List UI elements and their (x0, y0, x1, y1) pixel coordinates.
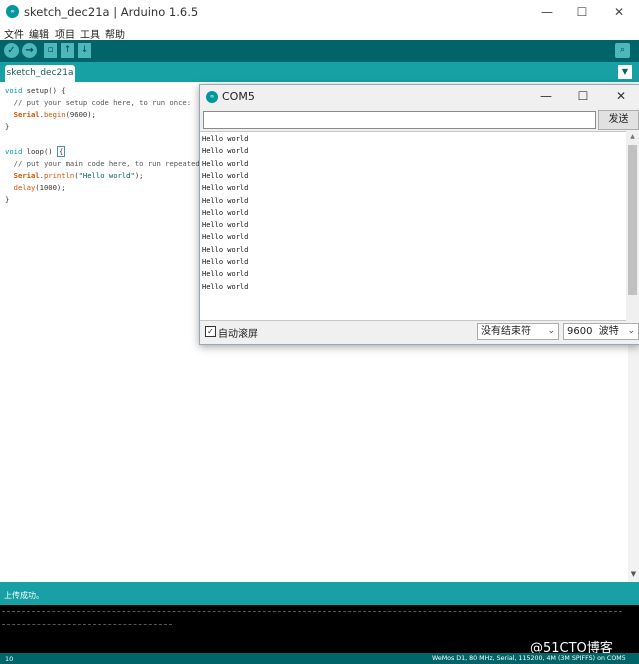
code-line: void loop() { (5, 146, 66, 157)
new-sketch-icon[interactable]: ▫ (44, 43, 57, 58)
open-icon[interactable]: ↑ (61, 43, 74, 58)
console-divider (2, 611, 622, 612)
baud-rate-value: 9600 波特 (567, 326, 619, 337)
output-line: Hello world (202, 147, 249, 156)
output-scroll-thumb[interactable] (628, 145, 637, 295)
upload-icon[interactable]: → (22, 43, 37, 58)
menu-file[interactable]: 文件 (4, 26, 24, 41)
code-line: Serial.println("Hello world"); (13, 171, 144, 180)
autoscroll-checkbox[interactable]: ✓ (205, 326, 216, 337)
minimize-icon[interactable]: — (532, 4, 562, 20)
output-line: Hello world (202, 184, 249, 193)
line-ending-select[interactable]: 没有结束符 ⌄ (477, 323, 559, 340)
code-line: } (5, 195, 10, 204)
serial-monitor-window: ∞ COM5 — ☐ ✕ 发送 Hello world Hello world … (199, 84, 639, 345)
close-icon[interactable]: ✕ (608, 88, 634, 104)
serial-output[interactable]: Hello world Hello world Hello world Hell… (200, 131, 626, 321)
tab-menu-icon[interactable]: ▼ (618, 65, 632, 79)
output-line: Hello world (202, 159, 249, 168)
line-number: 10 (5, 655, 14, 663)
tab-sketch[interactable]: sketch_dec21a (5, 65, 75, 82)
chevron-down-icon: ⌄ (547, 326, 555, 336)
code-line: void setup() { (5, 86, 66, 95)
board-info: WeMos D1, 80 MHz, Serial, 115200, 4M (3M… (432, 655, 626, 662)
send-button[interactable]: 发送 (598, 110, 639, 130)
output-line: Hello world (202, 221, 249, 230)
status-bar (0, 582, 639, 605)
code-line: // put your main code here, to run repea… (5, 159, 213, 168)
menu-edit[interactable]: 编辑 (29, 26, 49, 41)
output-line: Hello world (202, 196, 249, 205)
window-title: sketch_dec21a | Arduino 1.6.5 (24, 5, 199, 19)
minimize-icon[interactable]: — (533, 88, 559, 104)
output-line: Hello world (202, 270, 249, 279)
menu-tools[interactable]: 工具 (80, 26, 100, 41)
baud-rate-select[interactable]: 9600 波特 ⌄ (563, 323, 639, 340)
serial-monitor-icon[interactable]: ⌕ (615, 43, 630, 58)
code-line: // put your setup code here, to run once… (5, 98, 192, 107)
console-divider (2, 624, 172, 625)
code-line: Serial.begin(9600); (13, 110, 96, 119)
output-line: Hello world (202, 282, 249, 291)
menu-sketch[interactable]: 项目 (55, 26, 75, 41)
output-line: Hello world (202, 208, 249, 217)
output-line: Hello world (202, 233, 249, 242)
verify-icon[interactable]: ✓ (4, 43, 19, 58)
tab-strip (0, 62, 639, 82)
code-line: delay(1000); (13, 183, 66, 192)
serial-input[interactable] (203, 111, 596, 129)
code-line: } (5, 122, 10, 131)
output-line: Hello world (202, 135, 249, 143)
maximize-icon[interactable]: ☐ (570, 88, 596, 104)
output-line: Hello world (202, 258, 249, 266)
arduino-logo-icon: ∞ (6, 5, 19, 18)
close-icon[interactable]: ✕ (604, 4, 634, 20)
line-ending-value: 没有结束符 (481, 326, 531, 337)
matching-brace: { (56, 146, 66, 157)
menu-help[interactable]: 帮助 (105, 26, 125, 41)
arduino-logo-icon: ∞ (206, 91, 218, 103)
status-message: 上传成功。 (4, 591, 44, 600)
output-line: Hello world (202, 245, 249, 254)
chevron-down-icon: ⌄ (627, 326, 635, 336)
toolbar (0, 40, 639, 62)
maximize-icon[interactable]: ☐ (567, 4, 597, 20)
autoscroll-label: 自动滚屏 (218, 329, 258, 340)
output-line: Hello world (202, 171, 249, 180)
scroll-down-icon[interactable]: ▼ (628, 570, 639, 581)
scroll-up-icon[interactable]: ▲ (627, 133, 638, 143)
menu-bar: 文件 编辑 项目 工具 帮助 (0, 24, 639, 41)
serial-monitor-title: COM5 (222, 90, 255, 103)
save-icon[interactable]: ↓ (78, 43, 91, 58)
